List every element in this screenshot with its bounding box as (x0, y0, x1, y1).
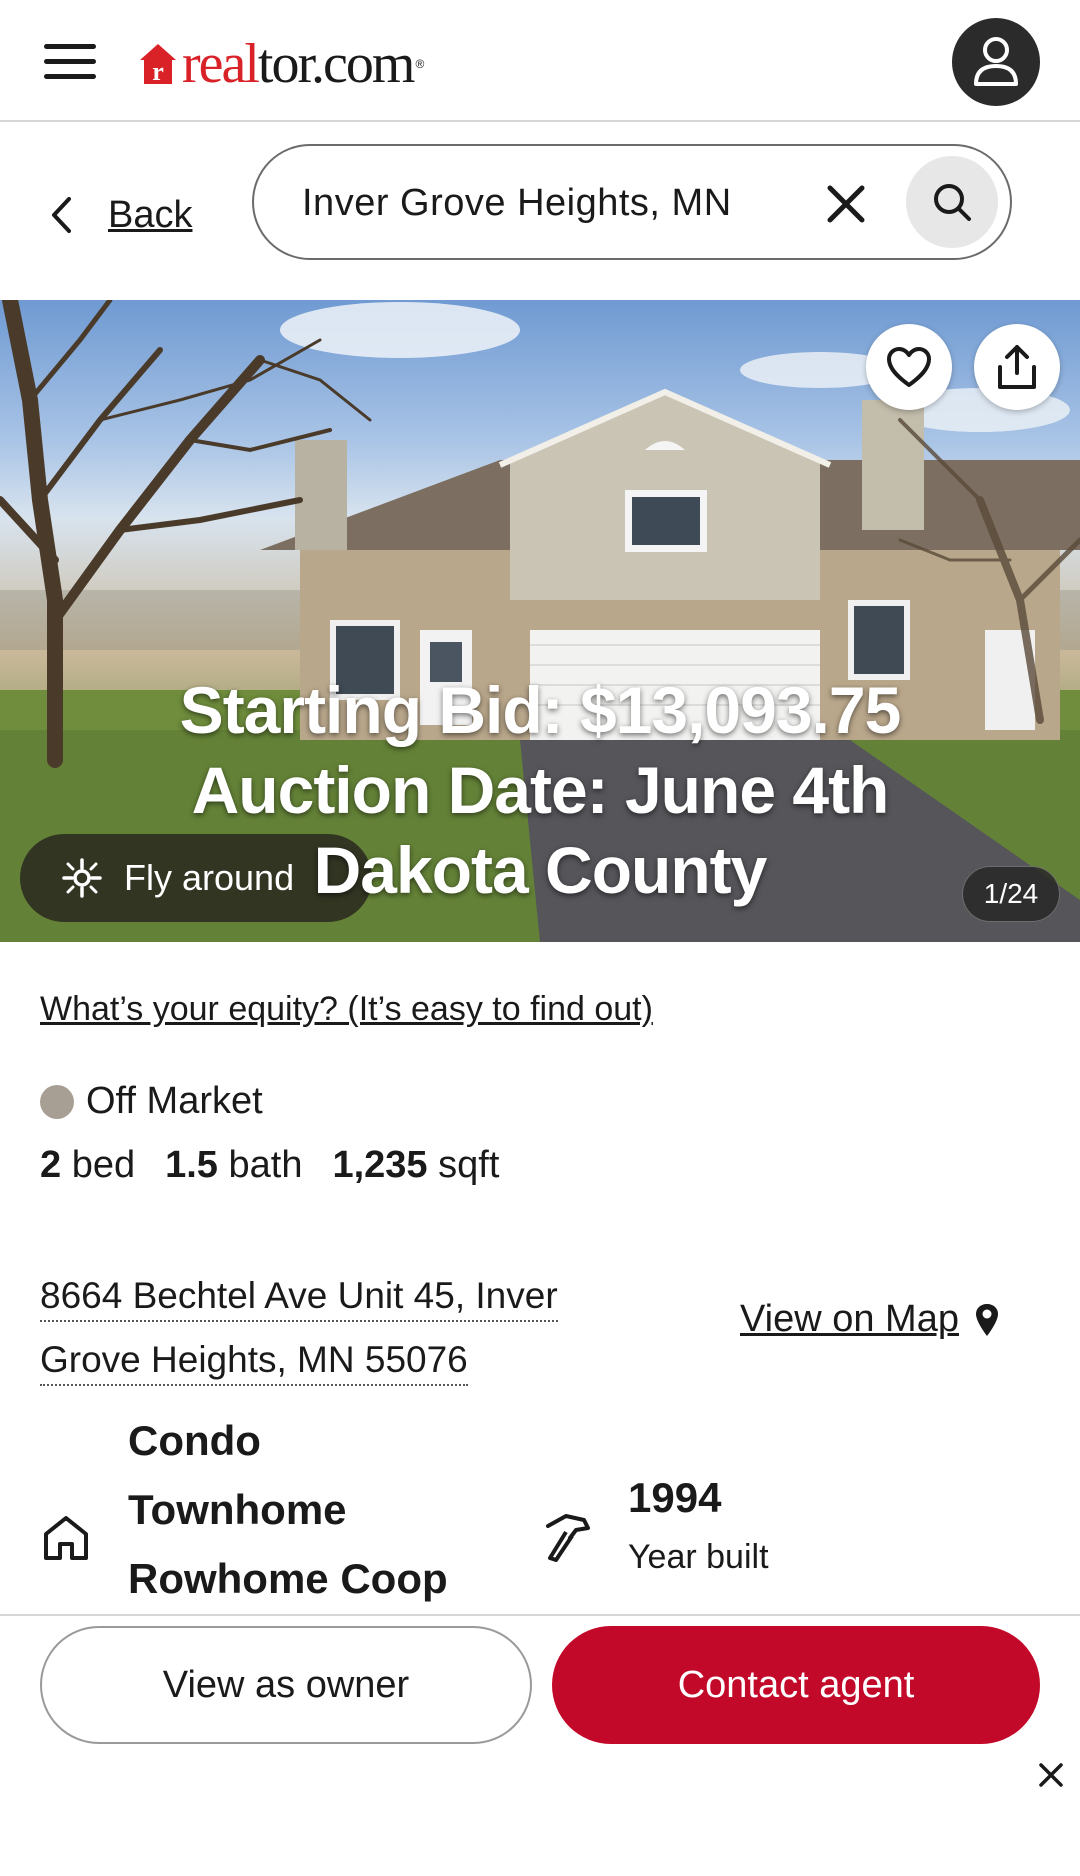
equity-link[interactable]: What’s your equity? (It’s easy to find o… (40, 990, 653, 1029)
logo-wordmark: realtor.com (182, 33, 415, 95)
back-button[interactable]: Back (50, 180, 192, 250)
heart-icon (887, 347, 931, 387)
status-text: Off Market (86, 1080, 263, 1122)
property-type-line-3: Rowhome Coop (128, 1555, 448, 1602)
baths-spec: 1.5 bath (165, 1144, 303, 1186)
search-row: Back (0, 122, 1080, 300)
search-icon (934, 184, 971, 221)
auction-bid-text: Starting Bid: $13,093.75 (179, 673, 902, 747)
map-pin-icon (975, 1303, 998, 1336)
logo-registered-mark: ® (415, 57, 425, 71)
close-icon[interactable] (824, 182, 868, 226)
auction-county-text: Dakota County (313, 833, 768, 907)
chevron-left-icon (52, 197, 71, 233)
view-on-map-label: View on Map (740, 1298, 959, 1340)
listing-status: Off Market (40, 1080, 263, 1123)
view-on-map-link[interactable]: View on Map (740, 1298, 1001, 1341)
svg-text:r: r (152, 57, 164, 86)
share-icon (998, 345, 1036, 389)
photo-counter: 1/24 (962, 866, 1060, 922)
auction-date-text: Auction Date: June 4th (191, 753, 890, 827)
sqft-spec: 1,235 sqft (332, 1144, 500, 1186)
address-line-2: Grove Heights, MN 55076 (40, 1339, 468, 1386)
home-icon (44, 1516, 88, 1560)
hamburger-menu-icon[interactable] (44, 44, 96, 80)
search-box (252, 144, 1012, 260)
search-button[interactable] (906, 156, 998, 248)
beds-spec: 2 bed (40, 1144, 136, 1186)
share-button[interactable] (974, 324, 1060, 410)
property-specs: 2 bed 1.5 bath 1,235 sqft (40, 1144, 529, 1187)
back-label: Back (108, 193, 193, 236)
bottom-action-bar: View as owner Contact agent (0, 1614, 1080, 1876)
property-type: Condo Townhome Rowhome Coop (40, 1406, 520, 1606)
favorite-button[interactable] (866, 324, 952, 410)
year-built-value: 1994 (628, 1474, 722, 1521)
view-as-owner-button[interactable]: View as owner (40, 1626, 532, 1744)
hammer-icon (546, 1514, 590, 1562)
status-dot (40, 1084, 74, 1119)
property-type-line-2: Townhome (128, 1486, 347, 1533)
realtor-logo[interactable]: r realtor.com ® (138, 34, 424, 94)
property-photo[interactable]: Starting Bid: $13,093.75 Auction Date: J… (0, 300, 1080, 942)
property-type-line-1: Condo (128, 1417, 261, 1464)
top-header: r realtor.com ® (0, 0, 1080, 122)
property-address[interactable]: 8664 Bechtel Ave Unit 45, Inver Grove He… (40, 1264, 640, 1392)
close-icon[interactable] (1036, 1760, 1066, 1790)
address-line-1: 8664 Bechtel Ave Unit 45, Inver (40, 1275, 558, 1322)
property-type-text: Condo Townhome Rowhome Coop (128, 1406, 448, 1613)
listing-page: r realtor.com ® Back Inver Grove Heights… (0, 0, 1080, 1876)
contact-agent-button[interactable]: Contact agent (552, 1626, 1040, 1744)
search-input[interactable] (302, 176, 742, 230)
year-built: 1994 Year built (540, 1474, 840, 1594)
year-built-label: Year built (628, 1538, 769, 1576)
user-avatar-icon[interactable] (952, 18, 1040, 106)
logo-house-icon: r (140, 44, 176, 86)
